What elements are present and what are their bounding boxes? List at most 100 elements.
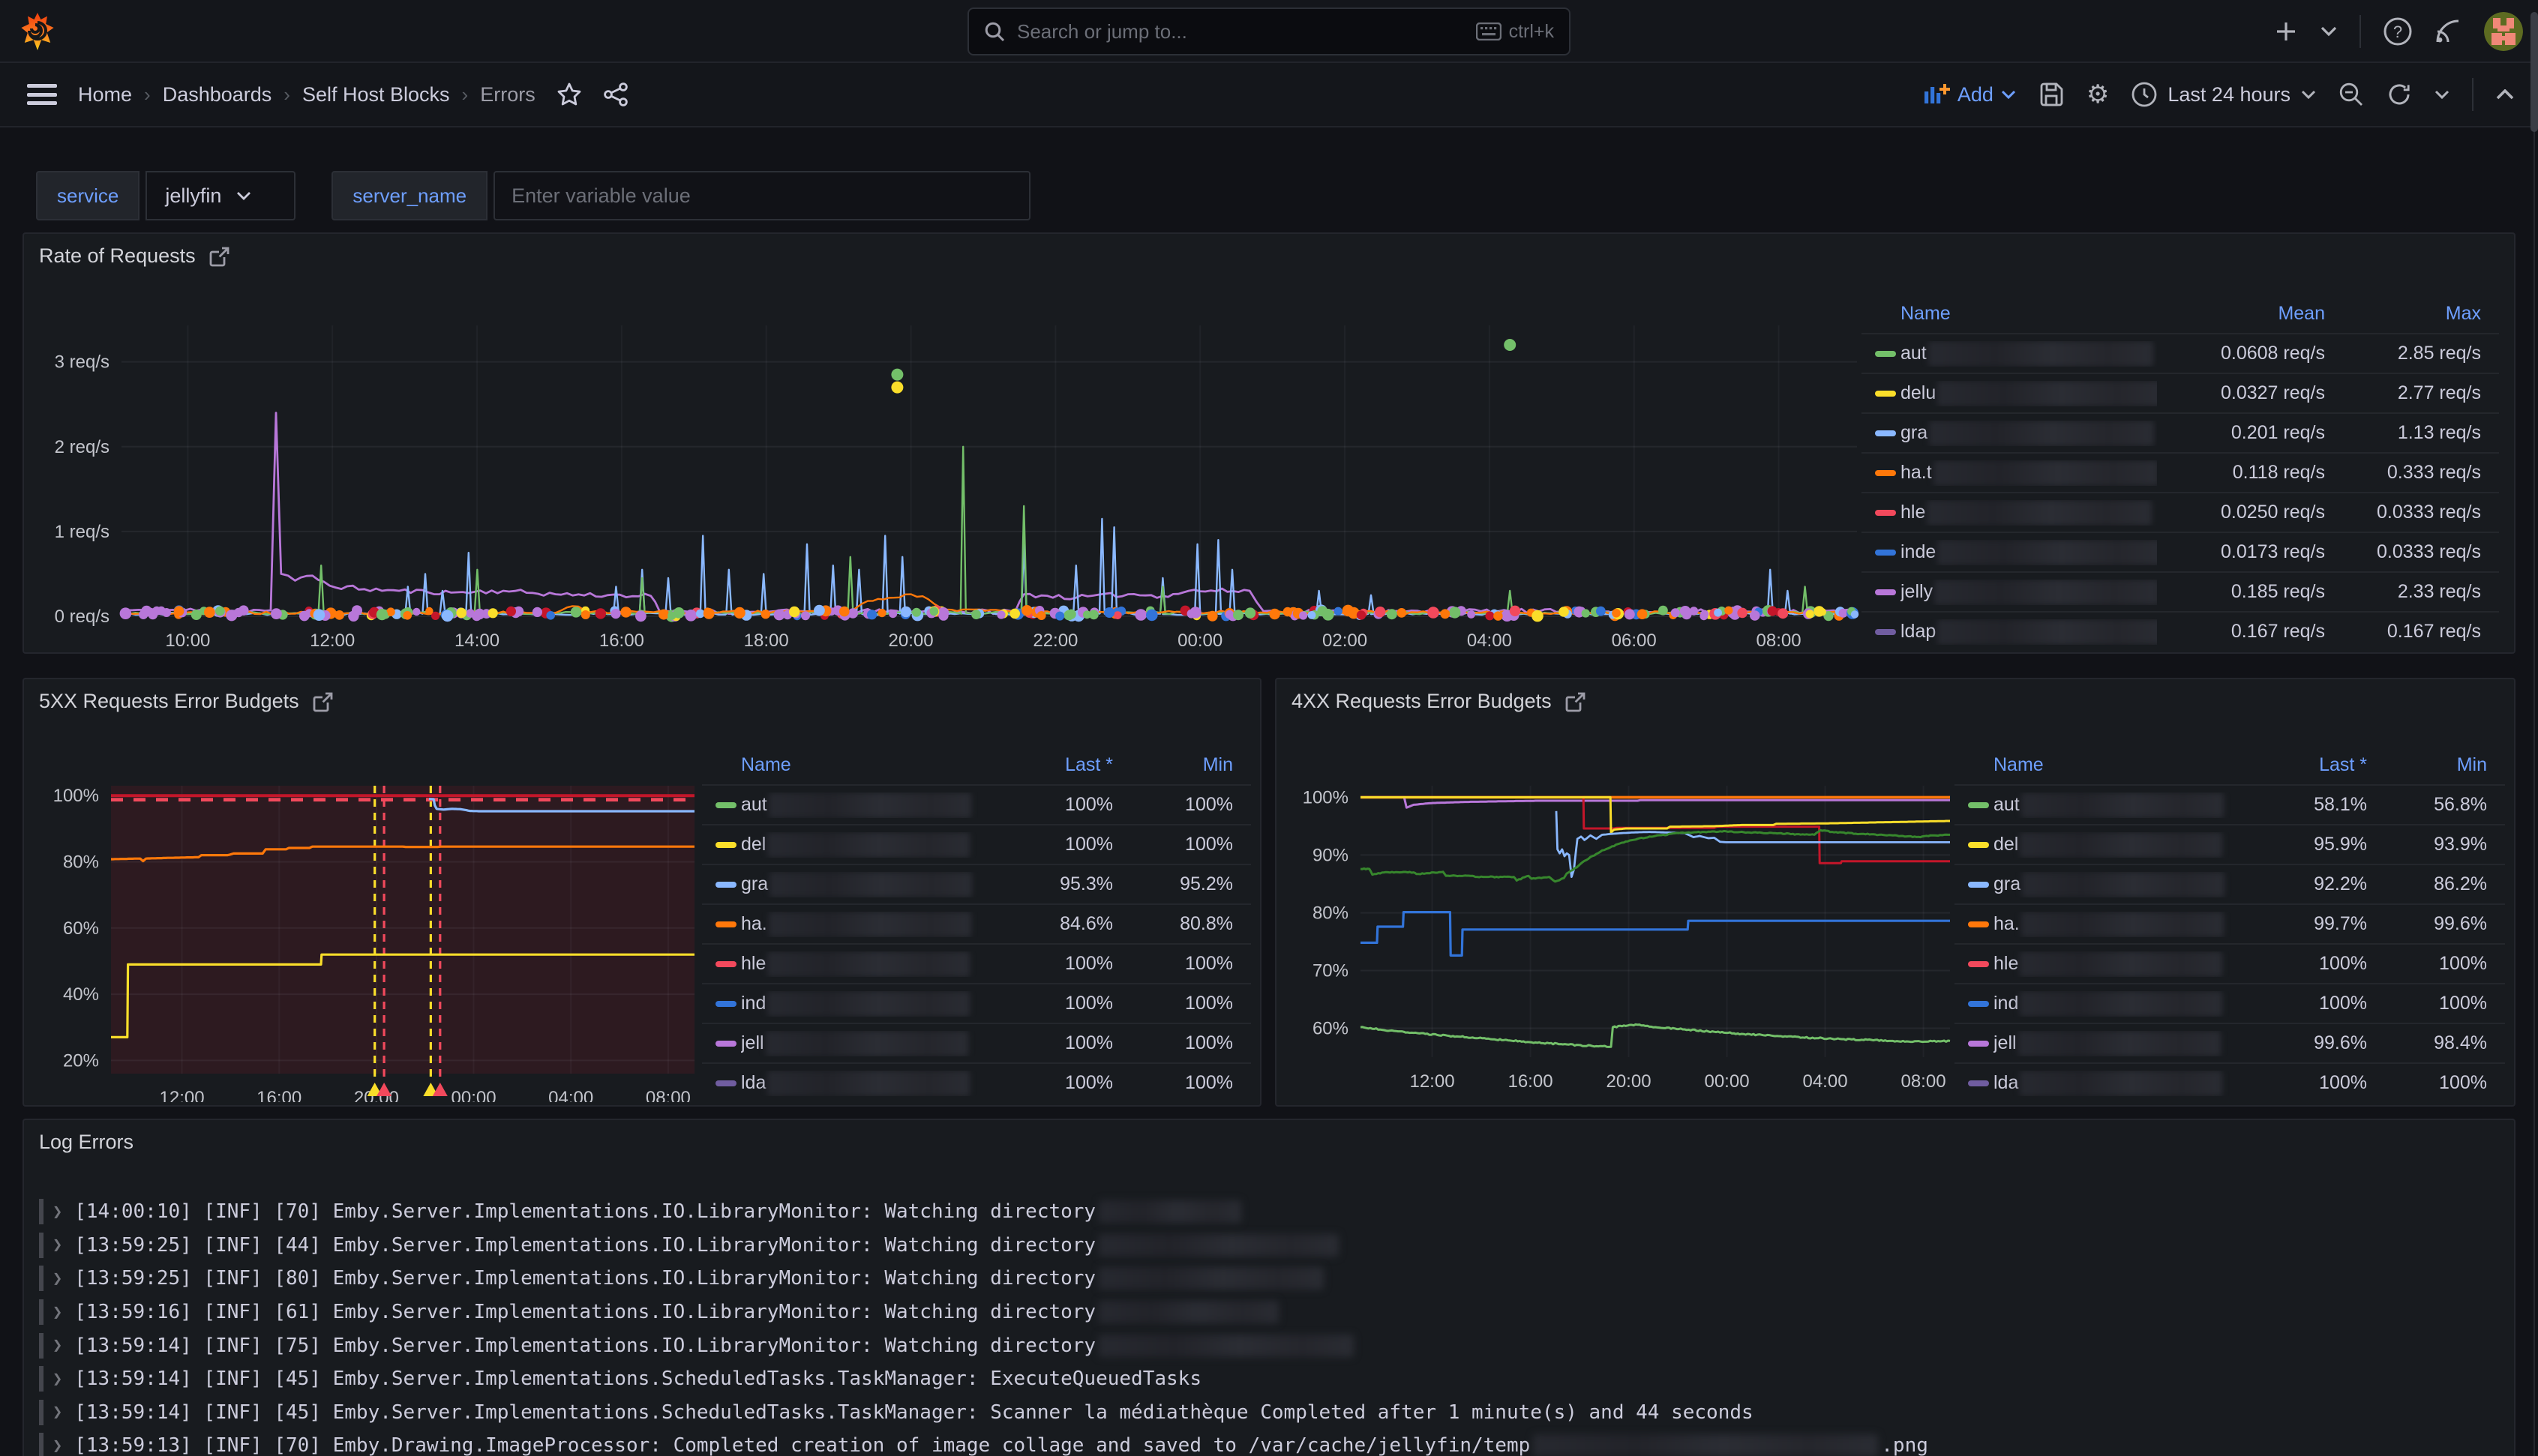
save-dashboard-button[interactable] (2038, 82, 2064, 107)
series-name[interactable]: aut (1900, 341, 2157, 367)
variable-select-service[interactable]: jellyfin (146, 171, 296, 220)
collapse-caret-up-icon[interactable] (2496, 89, 2514, 100)
new-button[interactable] (2274, 19, 2298, 43)
expand-chevron-icon[interactable]: ❯ (52, 1336, 62, 1355)
series-name[interactable]: ind (1994, 991, 2232, 1017)
user-avatar[interactable] (2484, 12, 2523, 51)
series-name[interactable]: gra (1994, 872, 2232, 897)
expand-chevron-icon[interactable]: ❯ (52, 1303, 62, 1322)
breadcrumb-item[interactable]: Dashboards (163, 83, 272, 106)
dashboard-settings-gear-icon[interactable]: ⚙ (2086, 79, 2109, 109)
series-name[interactable]: lda (741, 1071, 978, 1096)
expand-chevron-icon[interactable]: ❯ (52, 1437, 62, 1455)
add-panel-button[interactable]: Add (1923, 82, 2016, 106)
series-name[interactable]: jell (741, 1031, 978, 1056)
log-line[interactable]: ❯[13:59:16] [INF] [61] Emby.Server.Imple… (39, 1296, 2499, 1329)
scrollbar-thumb[interactable] (2530, 12, 2538, 132)
series-name[interactable]: jelly (1900, 580, 2157, 605)
panel-title[interactable]: 5XX Requests Error Budgets (39, 690, 334, 713)
favorite-star-icon[interactable] (556, 82, 582, 107)
rate-of-requests-chart[interactable]: 0 req/s1 req/s2 req/s3 req/s10:0012:0014… (33, 276, 1893, 651)
series-name[interactable]: ha. (741, 912, 978, 937)
redacted-text (2021, 792, 2224, 818)
series-name[interactable]: jell (1994, 1031, 2232, 1056)
legend-header[interactable]: Max (2325, 303, 2481, 325)
scrollbar-track[interactable] (2534, 64, 2535, 1456)
panel-title[interactable]: Rate of Requests (39, 244, 230, 268)
svg-text:20%: 20% (63, 1050, 99, 1071)
series-color-marker (716, 921, 736, 927)
legend-header[interactable]: Name (1994, 754, 2232, 776)
4xx-error-budget-chart[interactable]: 60%70%80%90%100%12:0016:0020:0000:0004:0… (1276, 718, 1984, 1102)
zoom-out-time-icon[interactable] (2338, 82, 2364, 107)
log-lines-list: ❯[14:00:10] [INF] [70] Emby.Server.Imple… (39, 1195, 2499, 1456)
series-name[interactable]: ind (741, 991, 978, 1017)
external-link-icon[interactable] (313, 691, 334, 712)
legend-header[interactable]: Min (1113, 754, 1233, 776)
time-range-picker[interactable]: Last 24 hours (2132, 82, 2316, 107)
series-name[interactable]: lda (1994, 1071, 2232, 1096)
series-name[interactable]: hle (741, 951, 978, 977)
legend-header[interactable]: Last * (978, 754, 1113, 776)
breadcrumb-item[interactable]: Self Host Blocks (302, 83, 450, 106)
legend-row: gra0.201 req/s1.13 req/s (1862, 412, 2499, 452)
expand-chevron-icon[interactable]: ❯ (52, 1203, 62, 1221)
series-name[interactable]: inde (1900, 540, 2157, 565)
external-link-icon[interactable] (209, 246, 230, 267)
log-line[interactable]: ❯ [13:59:13] [INF] [70] Emby.Drawing.Imag… (39, 1429, 2499, 1456)
breadcrumb-item: Errors (480, 83, 536, 106)
menu-toggle-icon[interactable] (27, 84, 57, 105)
expand-chevron-icon[interactable]: ❯ (52, 1403, 62, 1422)
5xx-legend-table: NameLast *Minaut100%100%del100%100%gra95… (702, 745, 1251, 1102)
panel-title[interactable]: Log Errors (39, 1131, 134, 1154)
legend-header[interactable]: Min (2367, 754, 2487, 776)
expand-chevron-icon[interactable]: ❯ (52, 1236, 62, 1254)
expand-chevron-icon[interactable]: ❯ (52, 1269, 62, 1288)
time-range-label: Last 24 hours (2168, 83, 2290, 106)
series-name[interactable]: ha.t (1900, 460, 2157, 486)
log-line[interactable]: ❯[13:59:14] [INF] [45] Emby.Server.Imple… (39, 1362, 2499, 1396)
legend-header[interactable]: Mean (2157, 303, 2325, 325)
panel-title[interactable]: 4XX Requests Error Budgets (1292, 690, 1586, 713)
series-color-marker (1968, 1041, 1989, 1047)
series-name[interactable]: del (1994, 832, 2232, 858)
variable-input-server-name[interactable] (494, 171, 1030, 220)
series-name[interactable]: hle (1994, 951, 2232, 977)
log-line[interactable]: ❯[14:00:10] [INF] [70] Emby.Server.Imple… (39, 1195, 2499, 1229)
legend-value: 99.7% (2232, 913, 2367, 935)
legend-header[interactable]: Last * (2232, 754, 2367, 776)
legend-header[interactable]: Name (1900, 303, 2157, 325)
breadcrumb-item[interactable]: Home (78, 83, 132, 106)
series-name[interactable]: ldap (1900, 619, 2157, 645)
series-name[interactable]: del (741, 832, 978, 858)
external-link-icon[interactable] (1565, 691, 1586, 712)
series-name[interactable]: ha. (1994, 912, 2232, 937)
svg-text:100%: 100% (53, 786, 99, 806)
series-name[interactable]: gra (741, 872, 978, 897)
refresh-interval-chevron-icon[interactable] (2434, 90, 2450, 99)
series-name[interactable]: delu (1900, 381, 2157, 406)
news-rss-icon[interactable] (2434, 18, 2462, 45)
search-input[interactable]: Search or jump to... ctrl+k (968, 7, 1570, 55)
help-icon[interactable]: ? (2384, 17, 2412, 46)
grafana-logo-icon[interactable] (18, 12, 57, 51)
expand-chevron-icon[interactable]: ❯ (52, 1370, 62, 1389)
legend-row: lda100%100% (702, 1062, 1251, 1102)
redacted-text (2020, 832, 2222, 858)
series-name[interactable]: hle (1900, 500, 2157, 526)
series-name[interactable]: aut (741, 792, 978, 818)
log-line[interactable]: ❯[13:59:25] [INF] [44] Emby.Server.Imple… (39, 1229, 2499, 1263)
refresh-icon[interactable] (2386, 82, 2412, 107)
series-name[interactable]: aut (1994, 792, 2232, 818)
log-line[interactable]: ❯[13:59:25] [INF] [80] Emby.Server.Imple… (39, 1262, 2499, 1296)
5xx-error-budget-chart[interactable]: 20%40%60%80%100%12:0016:0020:0000:0004:0… (24, 718, 732, 1102)
log-line[interactable]: ❯[13:59:14] [INF] [75] Emby.Server.Imple… (39, 1329, 2499, 1362)
log-line[interactable]: ❯[13:59:14] [INF] [45] Emby.Server.Imple… (39, 1396, 2499, 1430)
redacted-text (767, 991, 970, 1017)
series-name[interactable]: gra (1900, 421, 2157, 446)
log-text: [13:59:13] [INF] [70] Emby.Drawing.Image… (74, 1434, 1530, 1456)
legend-header[interactable]: Name (741, 754, 978, 776)
share-icon[interactable] (603, 82, 628, 107)
new-chevron-down-icon[interactable] (2320, 26, 2337, 37)
series-color-marker (1875, 391, 1896, 397)
